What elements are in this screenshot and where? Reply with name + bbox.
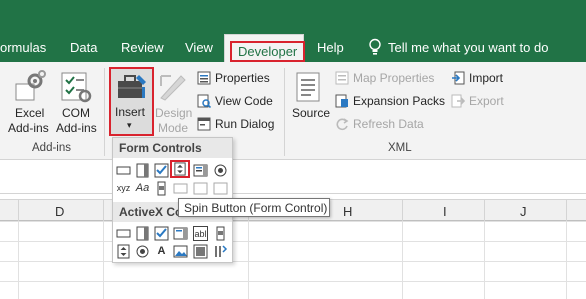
grid-line xyxy=(566,221,567,299)
button-control-icon[interactable] xyxy=(116,163,131,178)
excel-window: { "tabs": ["ormulas", "Data", "Review", … xyxy=(0,0,586,299)
grid-line xyxy=(103,221,104,299)
label-control-icon[interactable]: Aa xyxy=(135,181,150,196)
more-controls-icon[interactable] xyxy=(213,244,228,259)
column-header-i[interactable]: I xyxy=(443,204,447,219)
form-controls-label: Form Controls xyxy=(119,141,202,155)
activex-image-icon[interactable] xyxy=(173,244,188,259)
map-properties-icon xyxy=(335,71,349,85)
chevron-down-icon: ▾ xyxy=(127,120,132,130)
list-box-icon[interactable] xyxy=(193,163,208,178)
combo-drop-down-edit-icon[interactable] xyxy=(213,181,228,196)
group-box-icon[interactable]: xyz xyxy=(116,181,131,196)
grid-line xyxy=(18,221,19,299)
column-divider xyxy=(484,200,485,222)
import-label: Import xyxy=(469,71,504,85)
grid-line xyxy=(402,221,403,299)
tooltip-text: Spin Button (Form Control) xyxy=(184,201,328,215)
map-properties-label: Map Properties xyxy=(353,71,435,85)
insert-label: Insert xyxy=(115,105,146,119)
grid-line xyxy=(484,221,485,299)
tab-formulas[interactable]: ormulas xyxy=(0,40,46,55)
excel-addins-label-1: Excel xyxy=(15,106,45,120)
properties-icon xyxy=(197,71,211,85)
addins-group-label: Add-ins xyxy=(32,142,71,154)
text-field-icon[interactable] xyxy=(173,181,188,196)
design-mode-label-2: Mode xyxy=(158,121,189,135)
column-header-d[interactable]: D xyxy=(55,204,64,219)
tab-developer[interactable]: Developer xyxy=(224,34,306,62)
export-icon xyxy=(451,94,465,108)
activex-list-box-icon[interactable] xyxy=(173,226,188,241)
export-label: Export xyxy=(469,94,504,108)
check-box-icon[interactable] xyxy=(154,163,169,178)
spin-button-highlight-icon xyxy=(174,162,186,176)
command-button-icon[interactable] xyxy=(116,226,131,241)
run-dialog-label: Run Dialog xyxy=(215,117,275,131)
toolbox-icon xyxy=(118,75,146,98)
formula-bar-area[interactable] xyxy=(0,160,586,194)
com-addins-icon xyxy=(61,72,92,103)
ribbon-tab-bar: ormulas Data Review View Developer Help … xyxy=(0,0,586,62)
refresh-icon xyxy=(336,118,349,131)
form-controls-header: Form Controls xyxy=(113,138,232,158)
properties-label: Properties xyxy=(215,71,270,85)
activex-toggle-button-icon[interactable] xyxy=(193,244,208,259)
grid-line xyxy=(248,221,249,299)
xml-group-label: XML xyxy=(388,142,412,154)
column-header-j[interactable]: J xyxy=(520,204,527,219)
excel-addins-gear-icon xyxy=(15,70,46,101)
activex-combo-box-icon[interactable] xyxy=(135,226,150,241)
view-code-icon xyxy=(197,94,211,108)
expansion-packs-icon xyxy=(335,94,348,108)
group-separator xyxy=(284,68,285,156)
activex-controls-label: ActiveX Co xyxy=(119,205,183,219)
tab-review[interactable]: Review xyxy=(121,40,164,55)
run-dialog-icon xyxy=(197,117,211,131)
group-separator xyxy=(104,68,105,156)
com-addins-label-1: COM xyxy=(62,106,90,120)
column-divider xyxy=(103,200,104,222)
import-icon xyxy=(452,71,465,85)
column-header-h[interactable]: H xyxy=(343,204,352,219)
activex-check-box-icon[interactable] xyxy=(154,226,169,241)
activex-text-box-icon[interactable]: abl xyxy=(193,226,208,241)
column-divider xyxy=(566,200,567,222)
combo-box-icon[interactable] xyxy=(135,163,150,178)
source-button[interactable]: Source xyxy=(292,106,330,120)
combo-list-edit-icon[interactable] xyxy=(193,181,208,196)
tab-help[interactable]: Help xyxy=(317,40,344,55)
refresh-data-label: Refresh Data xyxy=(353,117,424,131)
activex-scroll-bar-icon[interactable] xyxy=(213,226,228,241)
tab-developer-label: Developer xyxy=(230,41,306,62)
tab-data[interactable]: Data xyxy=(70,40,97,55)
insert-controls-button[interactable]: Insert ▾ xyxy=(109,67,154,136)
option-button-icon[interactable] xyxy=(213,163,228,178)
activex-label-icon[interactable]: A xyxy=(154,244,169,259)
expansion-packs-label: Expansion Packs xyxy=(353,94,446,108)
source-icon xyxy=(296,72,320,102)
tab-view[interactable]: View xyxy=(185,40,213,55)
tell-me-search[interactable]: Tell me what you want to do xyxy=(388,40,548,55)
activex-spin-button-icon[interactable] xyxy=(116,244,131,259)
column-divider xyxy=(18,200,19,222)
view-code-label: View Code xyxy=(215,94,273,108)
scroll-bar-icon[interactable] xyxy=(154,181,169,196)
worksheet-grid[interactable] xyxy=(0,221,586,299)
spin-button-tooltip: Spin Button (Form Control) xyxy=(178,198,330,217)
spin-button-highlight[interactable] xyxy=(170,160,190,178)
excel-addins-label-2: Add-ins xyxy=(8,121,49,135)
design-mode-label-1: Design xyxy=(155,106,193,120)
lightbulb-icon xyxy=(369,38,381,55)
com-addins-label-2: Add-ins xyxy=(56,121,97,135)
column-divider xyxy=(402,200,403,222)
activex-option-button-icon[interactable] xyxy=(135,244,150,259)
design-mode-icon xyxy=(160,75,186,101)
